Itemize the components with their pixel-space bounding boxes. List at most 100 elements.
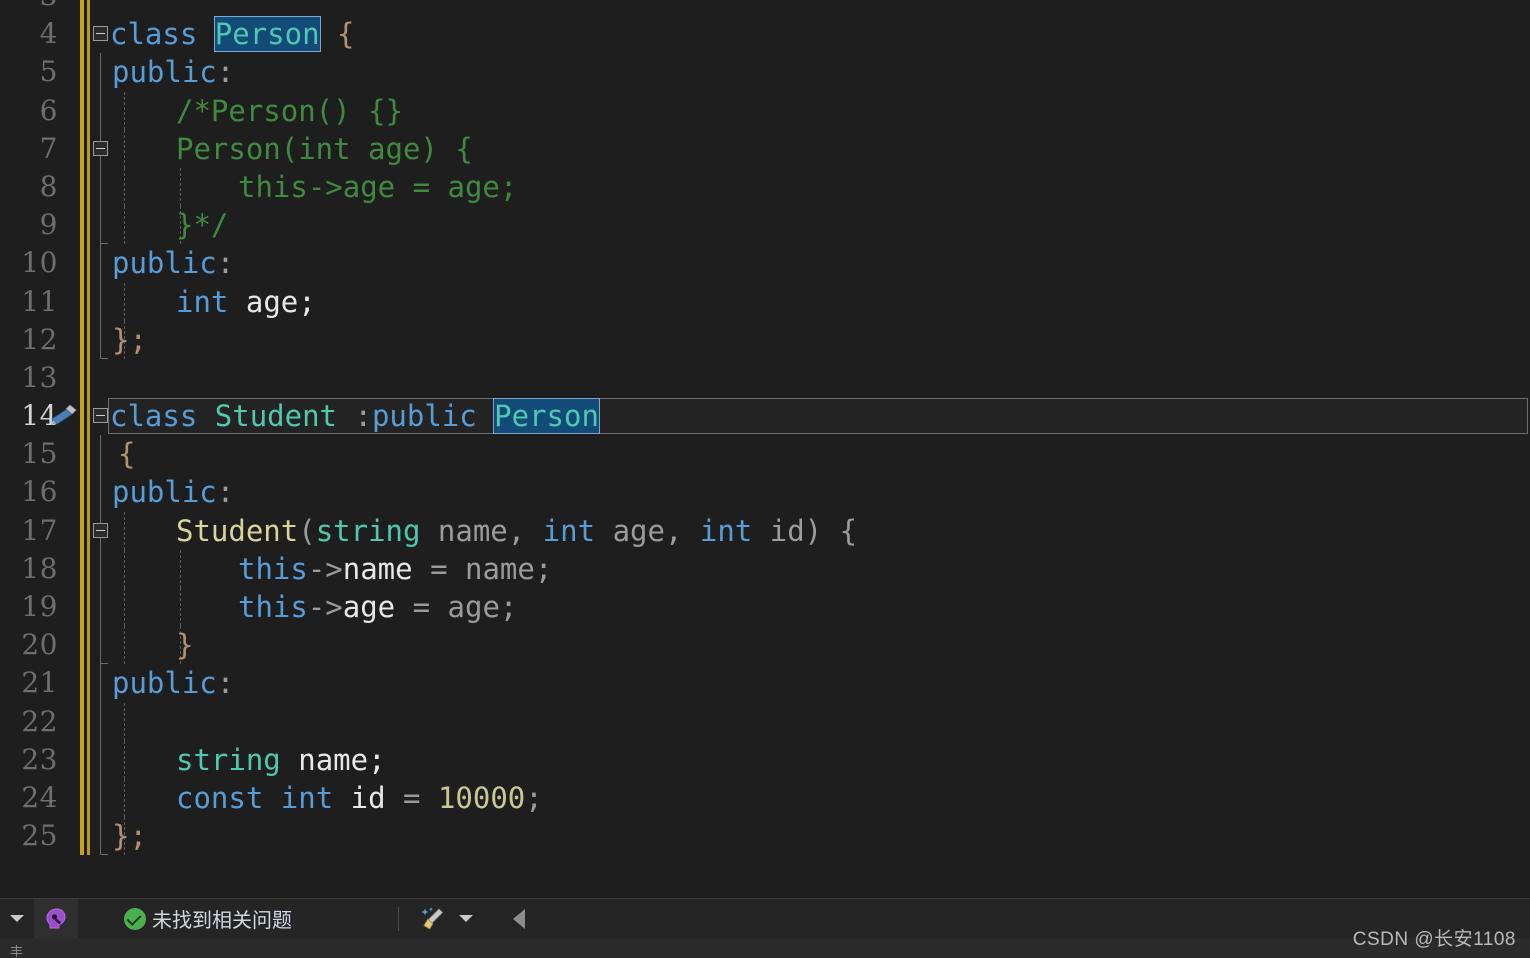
code-line[interactable]: 21 public:: [0, 664, 1530, 703]
line-number: 20: [21, 628, 58, 662]
code-line[interactable]: 11 int age;: [0, 282, 1530, 321]
token-keyword: this: [238, 590, 308, 624]
code-text: /*Person() {}: [176, 92, 403, 130]
indent-guide: [124, 626, 125, 665]
bottom-strip: [0, 938, 1530, 958]
code-line[interactable]: 6 /*Person() {}: [0, 91, 1530, 130]
code-line[interactable]: 15 {: [0, 435, 1530, 474]
code-text: public:: [112, 664, 234, 702]
unsaved-change-bar: [80, 358, 84, 398]
code-cleanup-button[interactable]: [413, 899, 479, 939]
code-editor-pane[interactable]: 34class Person {5 public: 6 /*Person() {}7P…: [0, 0, 1530, 898]
token-type: string: [315, 513, 421, 548]
code-line[interactable]: 22: [0, 702, 1530, 741]
code-line[interactable]: 14 class Student :public Person: [0, 397, 1530, 436]
outlining-collapse-button[interactable]: [93, 408, 108, 424]
line-number: 3: [0, 0, 58, 15]
code-line[interactable]: 16 public:: [0, 473, 1530, 512]
saved-change-bar: [87, 53, 90, 92]
token-number: 10000: [437, 780, 526, 815]
unsaved-change-bar: [80, 206, 84, 245]
line-number: 6: [39, 93, 58, 127]
token-keyword: public: [112, 55, 217, 90]
token-punct: :: [216, 55, 235, 90]
token-function: Student: [176, 513, 299, 548]
intellisense-head-icon: [46, 907, 66, 928]
line-number: 5: [39, 55, 58, 89]
navigation-dropdown-button[interactable]: [0, 899, 34, 939]
code-line[interactable]: 3: [0, 0, 1530, 16]
line-number: 11: [21, 284, 58, 318]
token-type: Student: [214, 399, 337, 434]
unsaved-change-bar: [80, 129, 84, 168]
outlining-line: [100, 435, 101, 474]
unsaved-change-bar: [80, 15, 84, 54]
code-line[interactable]: 17 Student(string name, int age, int id) …: [0, 511, 1530, 550]
unsaved-change-bar: [80, 435, 84, 474]
token-comment: this->age = age;: [238, 169, 518, 204]
token-keyword: int: [699, 513, 753, 548]
code-line[interactable]: 12};: [0, 320, 1530, 360]
unsaved-change-bar: [80, 817, 84, 856]
saved-change-bar: [87, 15, 90, 54]
outlining-line: [100, 778, 101, 818]
unsaved-change-bar: [80, 91, 84, 130]
outlining-collapse-button[interactable]: [93, 26, 108, 42]
outlining-collapse-button[interactable]: [93, 522, 108, 538]
saved-change-bar: [87, 320, 90, 359]
saved-change-bar: [87, 626, 90, 665]
code-line[interactable]: 7 Person(int age) {: [0, 129, 1530, 168]
code-line[interactable]: 5 public:: [0, 53, 1530, 92]
code-line[interactable]: 25};: [0, 817, 1530, 856]
indent-guide: [124, 511, 125, 550]
code-text: Person(int age) {: [176, 130, 473, 168]
unsaved-change-bar: [80, 53, 84, 92]
outlining-collapse-button[interactable]: [93, 140, 108, 156]
green-check-icon: [124, 907, 146, 930]
line-number: 8: [39, 169, 58, 203]
chevron-down-icon[interactable]: [459, 915, 473, 922]
indent-guide: [124, 129, 125, 168]
code-line[interactable]: 23 string name;: [0, 740, 1530, 779]
line-number: 23: [21, 742, 58, 776]
token-member: name;: [298, 742, 386, 777]
code-text: }*/: [176, 206, 228, 244]
token-brace: {: [118, 437, 136, 472]
saved-change-bar: [87, 91, 90, 130]
intellisense-status-button[interactable]: [34, 898, 78, 939]
line-number: 17: [21, 513, 58, 547]
code-text: this->name = name;: [238, 550, 552, 588]
status-divider: [398, 906, 399, 931]
saved-change-bar: [87, 740, 90, 779]
code-text: };: [112, 817, 147, 855]
visual-studio-editor-window: 34class Person {5 public: 6 /*Person() {}7P…: [0, 0, 1530, 958]
code-line[interactable]: 8 this->age = age;: [0, 167, 1530, 207]
outlining-line: [100, 549, 101, 588]
saved-change-bar: [87, 817, 90, 856]
code-line[interactable]: 19 this->age = age;: [0, 588, 1530, 627]
collapse-panel-button[interactable]: [507, 899, 531, 939]
code-line[interactable]: 18 this->name = name;: [0, 549, 1530, 588]
quick-actions-screwdriver-icon[interactable]: [48, 403, 78, 429]
token-identifier: = name;: [430, 551, 553, 586]
token-keyword: class: [110, 399, 198, 434]
code-line[interactable]: 4 class Person {: [0, 15, 1530, 54]
saved-change-bar: [87, 358, 90, 398]
code-line[interactable]: 13: [0, 358, 1530, 398]
saved-change-bar: [87, 129, 90, 168]
code-line[interactable]: 9}*/: [0, 206, 1530, 245]
code-line[interactable]: 20}: [0, 626, 1530, 665]
token-brace: }: [176, 628, 194, 663]
token-member: name: [342, 551, 413, 586]
code-line[interactable]: 24 const int id = 10000;: [0, 778, 1530, 818]
saved-change-bar: [87, 702, 90, 741]
indent-guide: [124, 588, 125, 627]
token-arrow: ->: [307, 551, 343, 586]
indent-guide: [124, 549, 125, 588]
unsaved-change-bar: [80, 549, 84, 588]
saved-change-bar: [87, 778, 90, 818]
line-number: 13: [21, 360, 58, 394]
token-punct: ;: [525, 780, 543, 815]
outlining-line: [100, 206, 108, 245]
code-line[interactable]: 10 public:: [0, 244, 1530, 283]
